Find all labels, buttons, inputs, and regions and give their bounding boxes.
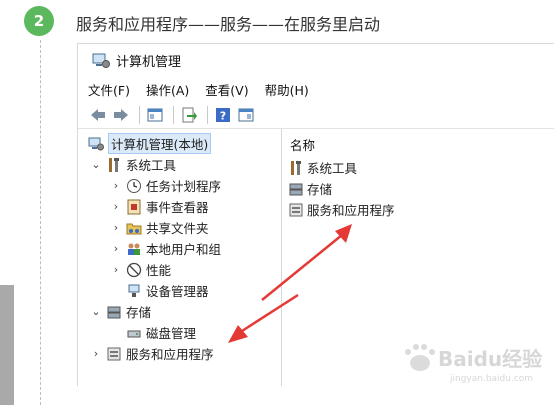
tree-item-label: 设备管理器	[146, 284, 209, 299]
chevron-down-icon[interactable]: ⌄	[90, 305, 102, 318]
svg-text:Baidu经验: Baidu经验	[438, 347, 542, 371]
tree-item-event-viewer[interactable]: › 事件查看器	[110, 196, 209, 217]
step-connector-line	[40, 40, 41, 405]
forward-button[interactable]	[111, 105, 131, 125]
tree-item-label: 性能	[146, 263, 172, 278]
action-pane-icon	[238, 108, 254, 121]
tree-item-label: 本地用户和组	[146, 242, 222, 257]
list-item-services-applications[interactable]: 服务和应用程序	[288, 199, 395, 220]
menu-file[interactable]: 文件(F)	[88, 80, 130, 99]
menu-bar: 文件(F) 操作(A) 查看(V) 帮助(H)	[78, 78, 325, 100]
list-item-label: 系统工具	[307, 161, 358, 176]
tools-icon	[288, 160, 304, 176]
toolbar-separator	[139, 105, 140, 124]
tree-item-label: 存储	[126, 305, 152, 320]
chevron-right-icon[interactable]: ›	[110, 179, 122, 192]
tree-item-task-scheduler[interactable]: › 任务计划程序	[110, 175, 221, 196]
tree-item-shared-folders[interactable]: › 共享文件夹	[110, 217, 209, 238]
services-applications-icon	[288, 202, 304, 218]
disk-management-icon	[126, 325, 142, 341]
tree-item-system-tools[interactable]: ⌄ 系统工具	[90, 154, 176, 175]
tree-item-performance[interactable]: › 性能	[110, 259, 171, 280]
tree-item-disk-management[interactable]: 磁盘管理	[126, 322, 196, 343]
export-list-icon	[182, 107, 197, 122]
chevron-right-icon[interactable]: ›	[110, 263, 122, 276]
list-item-system-tools[interactable]: 系统工具	[288, 157, 357, 178]
step-title: 服务和应用程序——服务——在服务里启动	[76, 15, 381, 34]
chevron-down-icon[interactable]: ⌄	[90, 158, 102, 171]
list-item-storage[interactable]: 存储	[288, 178, 332, 199]
help-button[interactable]: ?	[213, 105, 233, 125]
toolbar-separator	[173, 105, 174, 124]
chevron-right-icon[interactable]: ›	[110, 200, 122, 213]
services-applications-icon	[106, 346, 122, 362]
tree-item-device-manager[interactable]: 设备管理器	[126, 280, 209, 301]
computer-management-icon	[88, 136, 104, 152]
tree-item-label: 计算机管理(本地)	[108, 133, 212, 154]
back-button[interactable]	[88, 105, 108, 125]
list-item-label: 服务和应用程序	[307, 203, 395, 218]
show-hide-console-tree-button[interactable]	[145, 105, 165, 125]
toolbar-separator	[207, 105, 208, 124]
svg-text:?: ?	[220, 109, 226, 122]
show-action-pane-button[interactable]	[236, 105, 256, 125]
list-item-label: 存储	[307, 182, 333, 197]
chevron-right-icon[interactable]: ›	[110, 242, 122, 255]
menu-view[interactable]: 查看(V)	[205, 80, 248, 99]
arrow-left-icon	[91, 108, 105, 121]
tree-item-storage[interactable]: ⌄ 存储	[90, 301, 151, 322]
shared-folder-icon	[126, 220, 142, 236]
storage-icon	[288, 181, 304, 197]
tree-item-label: 事件查看器	[146, 200, 209, 215]
tree-item-label: 任务计划程序	[146, 179, 222, 194]
tree-item-computer-management-local[interactable]: 计算机管理(本地)	[88, 133, 212, 154]
console-tree-pane: 计算机管理(本地) ⌄ 系统工具 › 任务计划程序 › 事件查看器 › 共享文件…	[78, 129, 282, 386]
tree-item-label: 系统工具	[126, 158, 177, 173]
chevron-right-icon[interactable]: ›	[110, 221, 122, 234]
menu-action[interactable]: 操作(A)	[146, 80, 189, 99]
tree-item-label: 共享文件夹	[146, 221, 209, 236]
name-column-header[interactable]: 名称	[290, 135, 315, 154]
clock-icon	[126, 178, 142, 194]
baidu-jingyan-watermark: Baidu经验 jingyan.baidu.com	[405, 344, 542, 384]
storage-icon	[106, 304, 122, 320]
left-gray-bar	[0, 285, 14, 405]
toolbar: ?	[78, 101, 554, 129]
chevron-right-icon[interactable]: ›	[90, 347, 102, 360]
no-entry-icon	[126, 262, 142, 278]
svg-text:jingyan.baidu.com: jingyan.baidu.com	[449, 374, 533, 384]
tree-item-label: 磁盘管理	[146, 326, 197, 341]
menu-help[interactable]: 帮助(H)	[265, 80, 309, 99]
step-number-badge: 2	[24, 6, 54, 36]
console-tree-icon	[147, 108, 163, 121]
event-viewer-icon	[126, 199, 142, 215]
computer-management-icon	[92, 53, 110, 68]
tools-icon	[106, 157, 122, 173]
window-titlebar: 计算机管理	[78, 44, 554, 77]
export-list-button[interactable]	[179, 105, 199, 125]
help-icon: ?	[216, 107, 230, 122]
users-icon	[126, 241, 142, 257]
tree-item-local-users-groups[interactable]: › 本地用户和组	[110, 238, 221, 259]
tree-item-services-applications[interactable]: › 服务和应用程序	[90, 343, 214, 364]
arrow-right-icon	[114, 108, 128, 121]
tree-item-label: 服务和应用程序	[126, 347, 214, 362]
window-title: 计算机管理	[116, 55, 182, 70]
device-manager-icon	[126, 283, 142, 299]
computer-management-window: 计算机管理 文件(F) 操作(A) 查看(V) 帮助(H) ? 计算机管理(本地…	[77, 43, 554, 386]
